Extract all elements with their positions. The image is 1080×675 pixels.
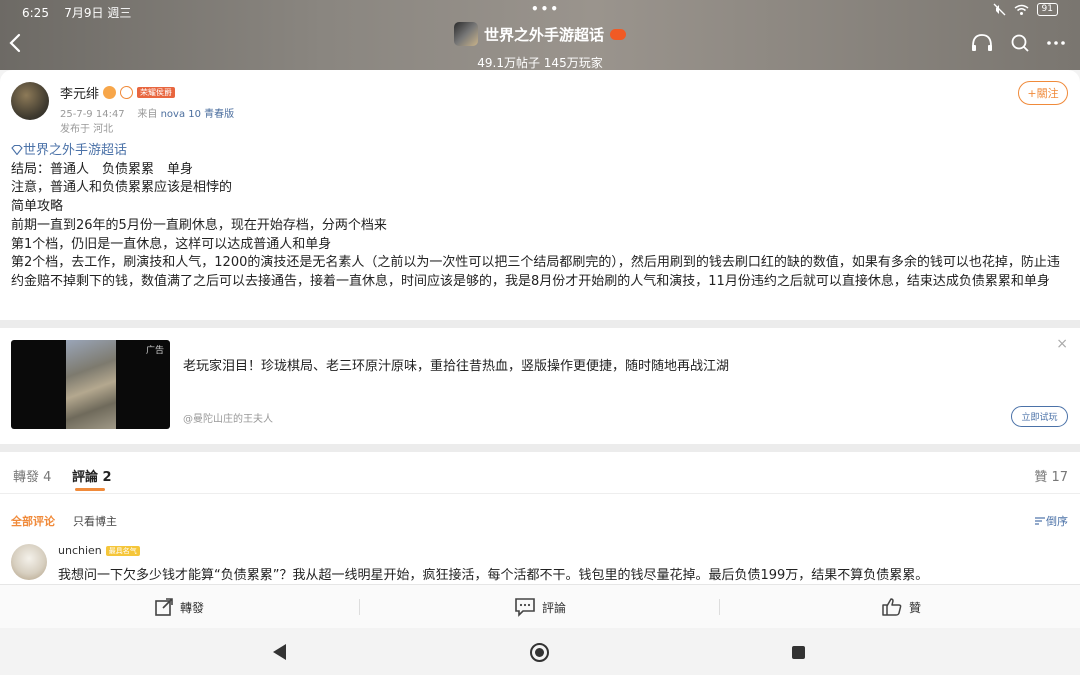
post-time: 25-7-9 14:47 (60, 109, 125, 120)
commenter-row: unchien 最具名气 (58, 544, 140, 557)
status-time: 6:25 (22, 6, 49, 20)
device-link[interactable]: nova 10 青春版 (161, 109, 235, 120)
from-label: 来自 (137, 109, 158, 120)
post-line: 注意，普通人和负债累累应该是相悖的 (11, 180, 233, 196)
post-location: 发布于 河北 (60, 124, 114, 135)
author-row: 李元绯 荣耀侯爵 (60, 83, 176, 102)
tab-likes[interactable]: 贊 17 (1034, 466, 1068, 485)
filter-all-comments[interactable]: 全部评论 (11, 513, 55, 529)
section-divider (0, 444, 1080, 452)
topic-header: 6:25 7月9日 週三 ••• 91 世界之外手游超话 49.1万帖子 145… (0, 0, 1080, 70)
post-line: 前期一直到26年的5月份一直刷休息，现在开始存档，分两个档来 (11, 217, 387, 233)
commenter-badge: 最具名气 (105, 545, 140, 556)
nav-home-icon[interactable] (530, 643, 549, 662)
more-icon[interactable] (1046, 33, 1066, 53)
topic-stats: 49.1万帖子 145万玩家 (477, 56, 603, 70)
status-date: 7月9日 週三 (64, 6, 132, 20)
section-divider (0, 320, 1080, 328)
nav-back-icon[interactable] (273, 644, 286, 660)
emoji-icon (120, 86, 134, 99)
repost-label: 轉發 (180, 600, 205, 615)
bottom-action-bar: 轉發 評論 贊 (0, 584, 1080, 628)
repost-button[interactable]: 轉發 (154, 597, 204, 617)
sort-label: 倒序 (1046, 515, 1068, 528)
diamond-icon (11, 144, 23, 156)
action-divider (719, 599, 720, 615)
user-tag: 荣耀侯爵 (137, 87, 176, 98)
like-button[interactable]: 贊 (881, 597, 921, 617)
topic-link[interactable]: 世界之外手游超话 (23, 143, 127, 158)
search-icon[interactable] (1010, 33, 1030, 53)
interaction-tabs: 轉發 4 評論 2 贊 17 (0, 452, 1080, 494)
filter-author-only[interactable]: 只看博主 (73, 513, 117, 529)
comment-button[interactable]: 評論 (514, 597, 566, 617)
author-name[interactable]: 李元绯 (60, 83, 99, 102)
thumbs-up-icon (882, 598, 902, 616)
sort-icon (1035, 517, 1045, 525)
ad-label: 广告 (145, 346, 164, 356)
header-actions (970, 33, 1066, 53)
commenter-name[interactable]: unchien (58, 544, 102, 557)
status-bar: 6:25 7月9日 週三 ••• 91 (0, 2, 1080, 20)
comment-text[interactable]: 我想问一下欠多少钱才能算“负债累累”？我从超一线明星开始，疯狂接活，每个活都不干… (58, 564, 928, 583)
ad-thumbnail[interactable]: 广告 (11, 340, 170, 429)
status-icons: 91 (993, 3, 1058, 16)
ad-card[interactable]: 广告 老玩家泪目！珍珑棋局、老三环原汁原味，重拾往昔热血，竖版操作更便捷，随时随… (0, 328, 1080, 444)
topic-avatar (453, 22, 478, 46)
sort-button[interactable]: 倒序 (1034, 513, 1068, 529)
post-line: 第2个档，去工作，刷演技和人气，1200的演技还是无名素人（之前以为一次性可以把… (11, 255, 1060, 289)
post-card: 李元绯 荣耀侯爵 25-7-9 14:47 来自 nova 10 青春版 发布于… (0, 70, 1080, 320)
ad-title[interactable]: 老玩家泪目！珍珑棋局、老三环原汁原味，重拾往昔热血，竖版操作更便捷，随时随地再战… (183, 355, 729, 374)
close-icon[interactable]: × (1056, 336, 1068, 352)
post-line: 简单攻略 (11, 199, 64, 215)
action-divider (359, 599, 360, 615)
commenter-avatar[interactable] (11, 544, 47, 580)
post-meta: 25-7-9 14:47 来自 nova 10 青春版 (60, 105, 234, 120)
topic-link-line[interactable]: 世界之外手游超话 (11, 142, 1069, 161)
wifi-icon (1014, 4, 1029, 15)
listen-icon[interactable] (970, 33, 994, 53)
comment-label: 評論 (542, 600, 567, 615)
topic-badge-icon (610, 28, 626, 40)
multiwindow-dots[interactable]: ••• (531, 2, 560, 16)
post-body: 世界之外手游超话 结局：普通人 负债累累 单身 注意，普通人和负债累累应该是相悖… (11, 142, 1069, 292)
tab-comments[interactable]: 評論 2 (72, 466, 112, 485)
comment-filters: 全部评论 只看博主 倒序 (0, 494, 1080, 538)
active-tab-indicator (75, 488, 105, 491)
ad-cta-button[interactable]: 立即试玩 (1011, 406, 1068, 427)
comment-icon (515, 598, 535, 617)
share-icon (155, 598, 173, 616)
mute-icon (993, 3, 1006, 16)
follow-button[interactable]: +關注 (1018, 81, 1068, 105)
post-line: 结局：普通人 负债累累 单身 (11, 161, 194, 177)
tab-repost[interactable]: 轉發 4 (13, 466, 51, 485)
vip-icon (103, 86, 117, 99)
topic-title: 世界之外手游超话 (483, 25, 604, 44)
ad-source[interactable]: @曼陀山庄的王夫人 (183, 410, 273, 425)
system-nav-bar (0, 628, 1080, 675)
ad-video-frame (66, 340, 116, 429)
topic-info[interactable]: 世界之外手游超话 49.1万帖子 145万玩家 (0, 22, 1080, 71)
comment-item: unchien 最具名气 我想问一下欠多少钱才能算“负债累累”？我从超一线明星开… (0, 538, 1080, 588)
status-time-date: 6:25 7月9日 週三 (22, 4, 131, 21)
author-avatar[interactable] (11, 82, 49, 120)
battery-icon: 91 (1036, 3, 1058, 16)
nav-recents-icon[interactable] (792, 646, 805, 659)
post-line: 第1个档，仍旧是一直休息，这样可以达成普通人和单身 (11, 236, 332, 252)
like-label: 贊 (909, 600, 922, 615)
